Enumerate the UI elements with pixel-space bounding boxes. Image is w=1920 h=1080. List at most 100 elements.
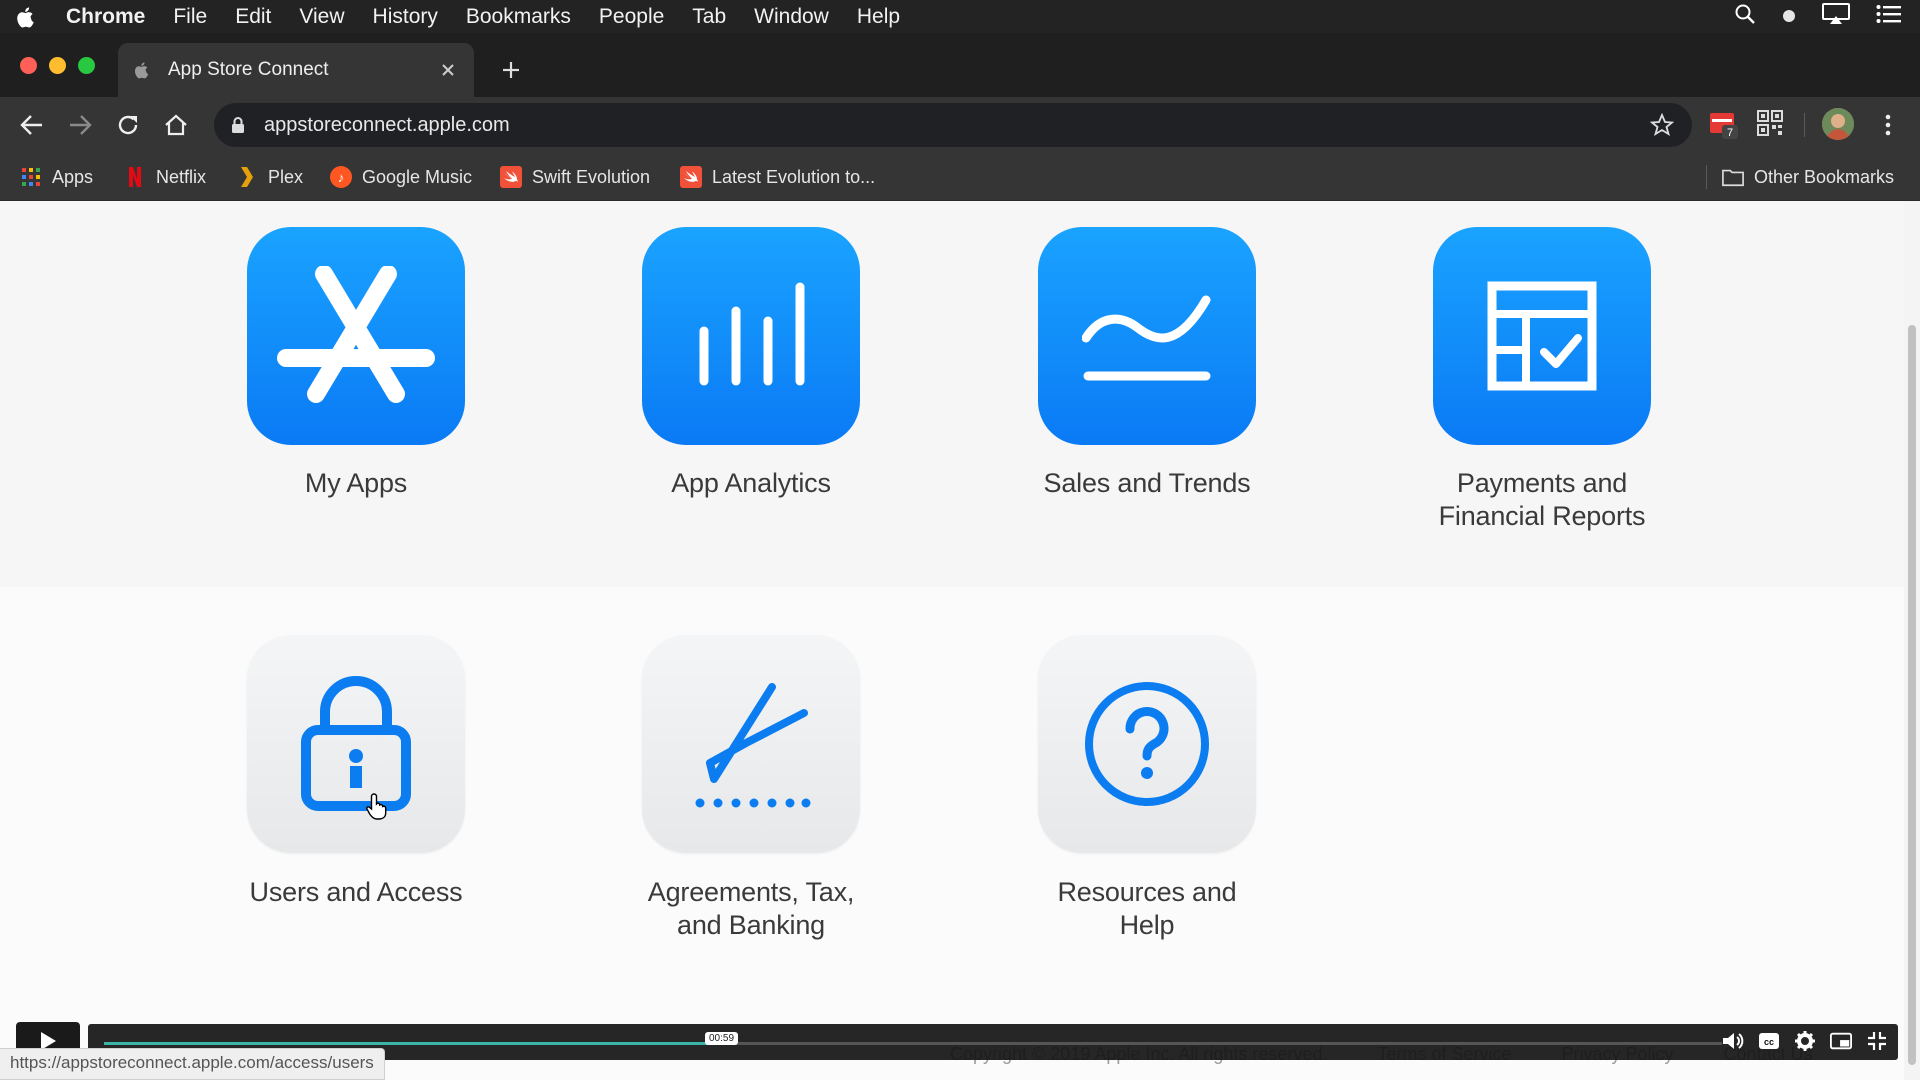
spotlight-search-icon[interactable] (1734, 3, 1756, 31)
menu-bookmarks[interactable]: Bookmarks (452, 0, 585, 33)
recording-dot-icon[interactable] (1782, 5, 1796, 29)
bookmark-swift-evolution[interactable]: Swift Evolution (500, 163, 650, 191)
extension-badge-count: 7 (1727, 127, 1733, 139)
signature-icon (695, 683, 811, 808)
airplay-icon[interactable] (1822, 2, 1850, 31)
bookmark-label: Swift Evolution (532, 166, 651, 187)
app-store-icon (277, 266, 435, 403)
tile-sales-and-trends[interactable] (1038, 227, 1256, 445)
profile-avatar[interactable] (1822, 108, 1854, 140)
hand-pointer-cursor-icon (366, 792, 390, 820)
page-scrollbar[interactable] (1904, 201, 1920, 1080)
address-bar[interactable]: appstoreconnect.apple.com (214, 103, 1692, 147)
menu-file[interactable]: File (159, 0, 221, 33)
tile-users-and-access[interactable] (247, 635, 465, 853)
tile-label-sales-and-trends[interactable]: Sales and Trends (997, 467, 1297, 500)
svg-text:cc: cc (1764, 1037, 1774, 1047)
trend-line-icon (1082, 295, 1211, 381)
apple-menu-icon[interactable] (0, 6, 52, 28)
bookmark-label: Latest Evolution to... (712, 166, 876, 187)
menubar-status-area (1734, 0, 1902, 33)
bookmark-latest-evolution[interactable]: Latest Evolution to... (680, 163, 875, 191)
reload-icon[interactable] (112, 109, 144, 141)
bookmark-plex[interactable]: Plex (236, 163, 303, 191)
qr-code-extension-icon[interactable] (1756, 109, 1786, 139)
bookmarks-divider (1706, 165, 1707, 189)
plex-icon (236, 166, 258, 188)
google-music-icon: ♪ (330, 166, 352, 188)
volume-icon[interactable] (1722, 1030, 1744, 1052)
bookmark-star-icon[interactable] (1649, 112, 1675, 143)
forward-arrow-icon[interactable] (64, 109, 96, 141)
notification-center-icon[interactable] (1876, 4, 1902, 30)
apps-grid-icon (20, 166, 42, 188)
tab-app-store-connect[interactable]: App Store Connect (118, 43, 474, 97)
macos-menu-bar: Chrome File Edit View History Bookmarks … (0, 0, 1920, 33)
menu-edit[interactable]: Edit (221, 0, 285, 33)
menu-window[interactable]: Window (740, 0, 843, 33)
page-content: My Apps App Analytics Sales and Trends P… (0, 201, 1920, 1080)
bookmark-label: Other Bookmarks (1754, 166, 1895, 187)
tab-title: App Store Connect (168, 59, 329, 80)
menu-people[interactable]: People (585, 0, 678, 33)
report-check-icon (1487, 281, 1597, 391)
swift-icon (500, 166, 522, 188)
tile-app-analytics[interactable] (642, 227, 860, 445)
exit-fullscreen-icon[interactable] (1866, 1030, 1888, 1052)
apple-favicon-icon (134, 61, 152, 79)
video-control-icons: cc (1722, 1030, 1888, 1052)
bookmark-google-music[interactable]: ♪ Google Music (330, 163, 472, 191)
bookmark-other-bookmarks[interactable]: Other Bookmarks (1722, 163, 1894, 191)
bookmark-label: Google Music (362, 166, 473, 187)
toolbar-divider (1804, 113, 1805, 137)
calendar-extension-icon[interactable]: 7 (1708, 109, 1738, 139)
tile-label-agreements-tax-and-banking[interactable]: Agreements, Tax, and Banking (601, 876, 901, 942)
back-arrow-icon[interactable] (16, 109, 48, 141)
menu-view[interactable]: View (285, 0, 358, 33)
bookmark-label: Netflix (156, 166, 207, 187)
settings-gear-icon[interactable] (1794, 1030, 1816, 1052)
closed-captions-icon[interactable]: cc (1758, 1030, 1780, 1052)
bookmark-netflix[interactable]: Netflix (124, 163, 206, 191)
netflix-icon (124, 166, 146, 188)
lock-icon[interactable] (228, 116, 248, 134)
scrollbar-thumb[interactable] (1908, 325, 1916, 1065)
new-tab-plus-icon[interactable] (496, 55, 526, 85)
video-time-bubble: 00:59 (705, 1032, 739, 1045)
folder-icon (1722, 166, 1744, 188)
lock-icon (301, 676, 411, 811)
menu-tab[interactable]: Tab (678, 0, 740, 33)
tile-payments-and-financial-reports[interactable] (1433, 227, 1651, 445)
url-text: appstoreconnect.apple.com (264, 113, 510, 136)
tile-resources-and-help[interactable] (1038, 635, 1256, 853)
menu-chrome[interactable]: Chrome (52, 0, 159, 33)
menu-help[interactable]: Help (843, 0, 914, 33)
window-zoom-button[interactable] (78, 57, 95, 74)
tile-agreements-tax-and-banking[interactable] (642, 635, 860, 853)
tab-close-icon[interactable] (438, 60, 458, 80)
home-icon[interactable] (160, 109, 192, 141)
tile-label-payments-and-financial-reports[interactable]: Payments and Financial Reports (1392, 467, 1692, 533)
bar-analytics-icon (699, 282, 805, 386)
tile-label-app-analytics[interactable]: App Analytics (601, 467, 901, 500)
bookmark-label: Plex (268, 166, 304, 187)
link-status-bubble: https://appstoreconnect.apple.com/access… (0, 1048, 385, 1080)
chrome-menu-kebab-icon[interactable] (1872, 109, 1904, 141)
bookmark-label: Apps (52, 166, 94, 187)
bookmarks-bar: Apps Netflix Plex ♪ Google Music Swift E… (0, 153, 1920, 201)
tile-label-my-apps[interactable]: My Apps (206, 467, 506, 500)
picture-in-picture-icon[interactable] (1830, 1030, 1852, 1052)
tile-label-resources-and-help[interactable]: Resources and Help (997, 876, 1297, 942)
question-icon (1085, 682, 1209, 806)
menu-history[interactable]: History (359, 0, 452, 33)
tiles-row-secondary: Users and Access Agreements, Tax, and Ban… (0, 587, 1920, 1080)
bookmark-apps[interactable]: Apps (20, 163, 93, 191)
window-close-button[interactable] (20, 57, 37, 74)
window-minimize-button[interactable] (49, 57, 66, 74)
swift-icon (680, 166, 702, 188)
browser-tab-strip: App Store Connect (0, 33, 1920, 97)
video-progress-track[interactable]: 00:59 (104, 1032, 1722, 1045)
tile-label-users-and-access[interactable]: Users and Access (206, 876, 506, 909)
tile-my-apps[interactable] (247, 227, 465, 445)
tiles-row-primary: My Apps App Analytics Sales and Trends P… (0, 201, 1920, 587)
